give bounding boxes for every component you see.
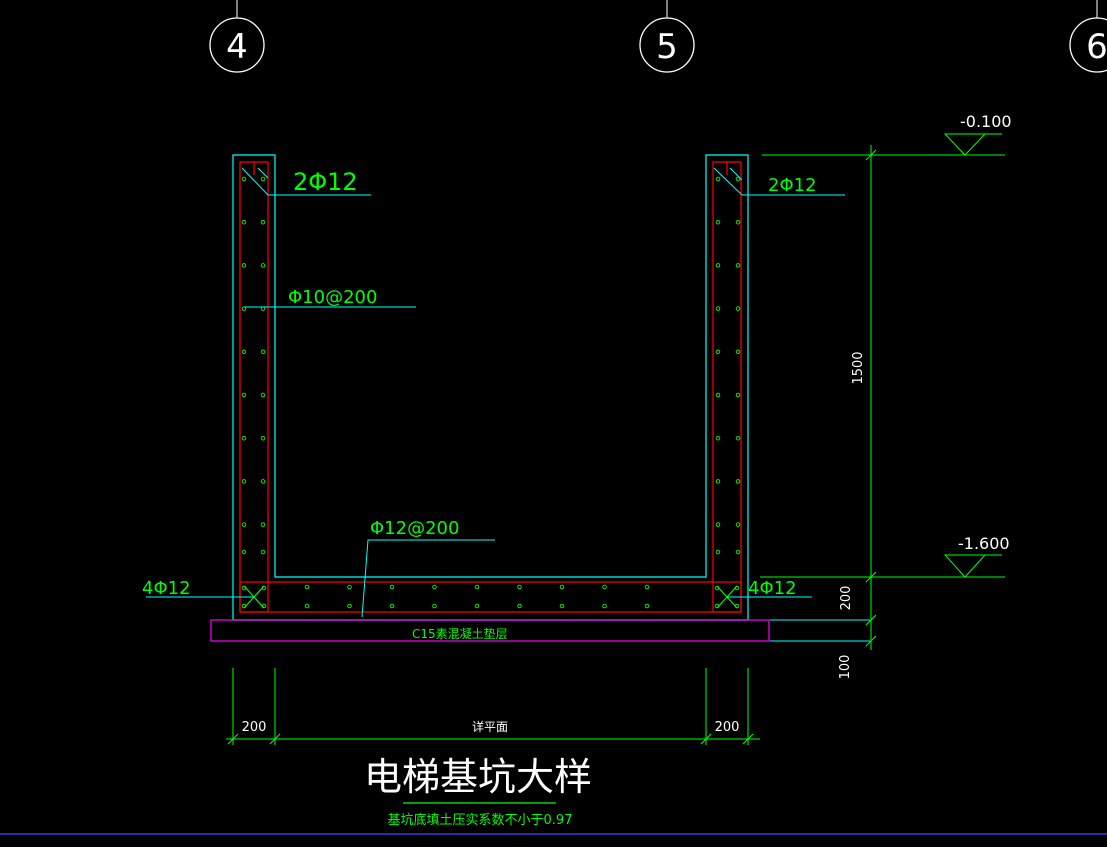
left-wall-bar-outer bbox=[241, 392, 247, 398]
axis-6-label: 6 bbox=[1086, 27, 1107, 67]
slab-bar-top bbox=[517, 584, 522, 590]
right-wall-rebar bbox=[712, 161, 742, 612]
slab-bar-bottom bbox=[474, 603, 480, 609]
dim-clear-width: 详平面 bbox=[472, 719, 508, 734]
left-wall-bar-outer bbox=[241, 219, 247, 225]
elevation-top-value: -0.100 bbox=[960, 112, 1012, 131]
left-wall-bar-outer bbox=[241, 263, 247, 268]
elevator-pit-detail-drawing: 4 5 6 C15素混凝土垫层 2Φ12 2Φ12 Φ10@200 Φ12@20… bbox=[0, 0, 1107, 847]
left-wall-bar-inner bbox=[260, 176, 266, 182]
left-wall-bar-inner bbox=[260, 479, 266, 484]
axis-4-label: 4 bbox=[226, 27, 248, 67]
right-wall-bar-inner bbox=[715, 219, 721, 225]
cushion-label: C15素混凝土垫层 bbox=[412, 626, 508, 641]
left-wall-bar-inner bbox=[260, 263, 266, 268]
label-slab-distribution: Φ12@200 bbox=[370, 518, 459, 539]
label-left-top-rebar: 2Φ12 bbox=[293, 168, 358, 196]
slab-bar-bottom bbox=[517, 603, 522, 609]
pit-concrete-section bbox=[232, 154, 749, 621]
slab-bar-bottom bbox=[559, 603, 565, 609]
leaders bbox=[146, 167, 870, 642]
left-wall-bar-inner bbox=[260, 349, 266, 355]
left-wall-rebar bbox=[239, 161, 269, 612]
right-wall-bar-outer bbox=[735, 392, 741, 398]
elevation-top-triangle bbox=[943, 133, 987, 156]
slab-bar-bottom bbox=[347, 603, 352, 609]
right-wall-bar-inner bbox=[715, 263, 721, 268]
right-wall-bar-inner bbox=[715, 392, 721, 398]
left-wall-bar-inner bbox=[260, 435, 266, 441]
axis-5-label: 5 bbox=[656, 27, 678, 67]
right-wall-bar-outer bbox=[735, 479, 741, 484]
right-wall-bar-inner bbox=[715, 349, 721, 355]
left-wall-bar-inner bbox=[260, 219, 266, 225]
elevation-bottom: -1.600 bbox=[760, 534, 1010, 578]
slab-bar-bottom bbox=[644, 603, 650, 609]
rebar-cages bbox=[239, 161, 742, 613]
left-wall-bar-outer bbox=[241, 479, 247, 484]
dim-slab-thickness: 200 bbox=[839, 586, 854, 611]
left-wall-bar-outer bbox=[241, 435, 247, 441]
slab-bar-bottom bbox=[389, 603, 395, 609]
right-wall-bar-inner bbox=[715, 522, 721, 527]
left-wall-bar-inner bbox=[260, 392, 266, 398]
slab-bar-bottom bbox=[432, 603, 437, 609]
right-wall-bar-inner bbox=[715, 176, 721, 182]
right-wall-bar-outer bbox=[735, 522, 741, 527]
right-wall-bar-outer bbox=[735, 549, 741, 555]
label-left-bottom-rebar: 4Φ12 bbox=[142, 578, 191, 599]
right-wall-bar-outer bbox=[735, 435, 741, 441]
elevation-bottom-value: -1.600 bbox=[958, 534, 1010, 553]
left-wall-bar-inner bbox=[260, 522, 266, 527]
dim-wall-height: 1500 bbox=[851, 351, 866, 384]
slab-bar-top bbox=[432, 584, 437, 590]
grid-axes: 4 5 6 bbox=[209, 0, 1107, 73]
corner-crosses bbox=[243, 585, 738, 609]
elevation-top: -0.100 bbox=[762, 112, 1012, 156]
dim-right-wall-width: 200 bbox=[715, 720, 740, 735]
vertical-dimensions bbox=[865, 145, 877, 650]
right-wall-bar-outer bbox=[735, 306, 741, 311]
label-right-bottom-rebar: 4Φ12 bbox=[748, 578, 797, 599]
right-wall-bar-inner bbox=[715, 435, 721, 441]
left-wall-bar-outer bbox=[241, 176, 247, 182]
right-wall-bar-inner bbox=[715, 479, 721, 484]
concrete-outline bbox=[232, 154, 749, 621]
left-wall-bar-outer bbox=[241, 349, 247, 355]
elevation-bottom-triangle bbox=[943, 554, 987, 578]
leader-left-top-2 bbox=[257, 167, 269, 179]
slab-bar-bottom bbox=[304, 603, 310, 609]
right-wall-bar-inner bbox=[715, 549, 721, 555]
slab-bar-top bbox=[347, 584, 352, 590]
label-wall-distribution: Φ10@200 bbox=[288, 287, 377, 308]
right-wall-bar-outer bbox=[735, 349, 741, 355]
left-wall-bar-outer bbox=[241, 549, 247, 555]
drawing-note: 基坑底填土压实系数不小于0.97 bbox=[388, 812, 573, 828]
right-wall-bar-inner bbox=[715, 306, 721, 311]
drawing-title: 电梯基坑大样 bbox=[364, 755, 592, 799]
left-wall-bar-outer bbox=[241, 522, 247, 527]
rebar-dots bbox=[241, 176, 741, 609]
right-wall-bar-outer bbox=[735, 219, 741, 225]
slab-bar-top bbox=[559, 584, 565, 590]
slab-bar-top bbox=[474, 584, 480, 590]
right-wall-bar-outer bbox=[735, 263, 741, 268]
dim-left-wall-width: 200 bbox=[242, 720, 267, 735]
label-right-top-rebar: 2Φ12 bbox=[768, 175, 817, 196]
slab-bar-top bbox=[389, 584, 395, 590]
slab-bar-bottom bbox=[602, 603, 607, 609]
slab-bar-top bbox=[644, 584, 650, 590]
left-wall-bar-inner bbox=[260, 549, 266, 555]
dim-cushion-thickness: 100 bbox=[838, 655, 853, 680]
slab-bar-top bbox=[304, 584, 310, 590]
slab-bar-top bbox=[602, 584, 607, 590]
